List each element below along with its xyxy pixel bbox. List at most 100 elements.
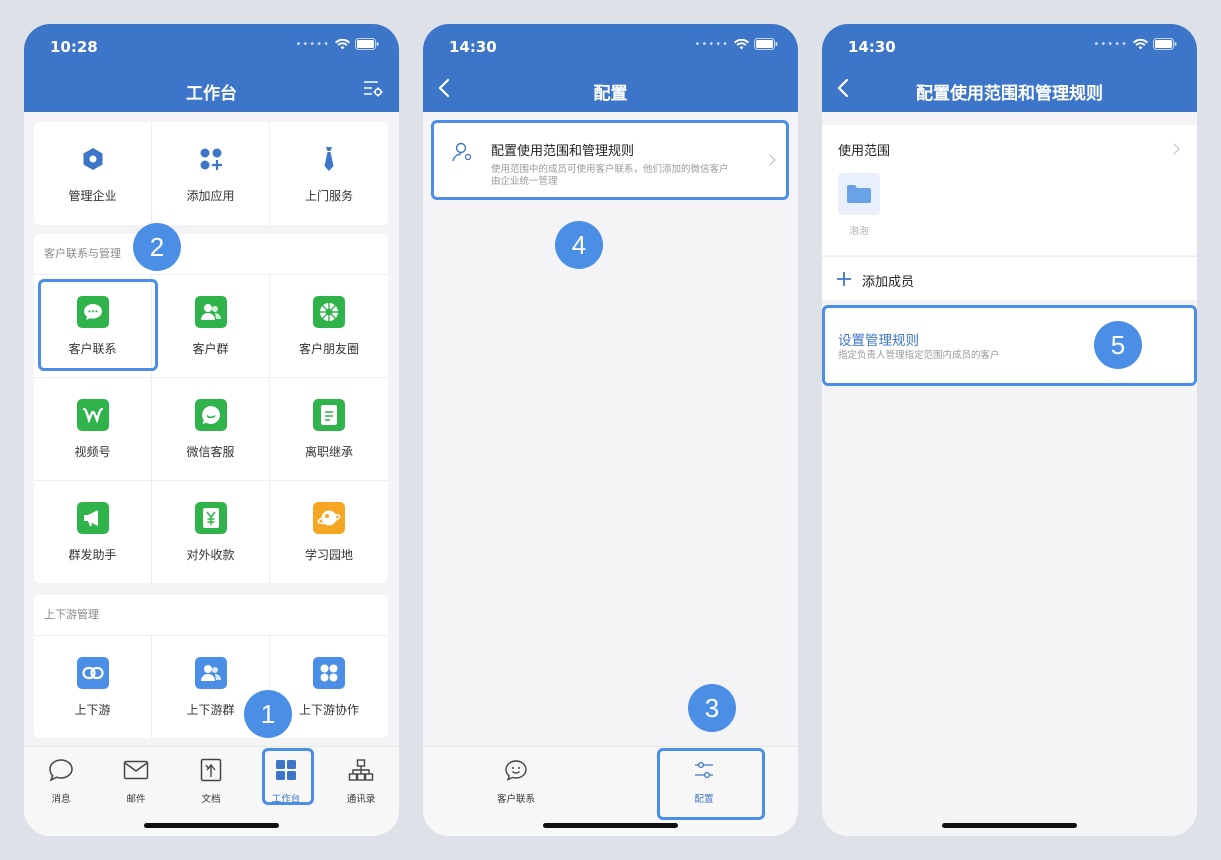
tab-label: 客户联系 <box>496 794 535 805</box>
group-icon <box>194 656 227 689</box>
folder-name: 泡泡 <box>849 226 869 237</box>
app-service-bubble[interactable]: 微信客服 <box>152 377 270 480</box>
battery-icon <box>754 38 778 50</box>
app-add-apps[interactable]: 添加应用 <box>152 122 270 225</box>
service-bubble-icon <box>194 398 227 431</box>
tab-customer-contact[interactable]: 客户联系 <box>486 757 546 805</box>
signal-icon: ••••• <box>694 38 729 50</box>
section-title: 客户联系与管理 <box>44 247 121 260</box>
battery-icon <box>1153 38 1177 50</box>
aperture-icon <box>313 295 345 328</box>
highlight-customer-contact <box>38 279 158 371</box>
plus-icon <box>837 272 851 286</box>
step-badge-1: 1 <box>244 690 292 738</box>
highlight-config-tab <box>657 748 765 820</box>
status-time: 14:30 <box>449 38 497 56</box>
channels-icon <box>76 398 109 431</box>
battery-icon <box>355 38 379 50</box>
status-icons: ••••• <box>695 38 779 50</box>
page-title: 工作台 <box>186 84 237 104</box>
wifi-icon <box>335 38 350 49</box>
yuan-icon <box>194 501 227 534</box>
phone-workbench: 10:28 ••••• 工作台 管理企业 添加应用 上门服务 客户联系与管理 客户联… <box>24 24 399 836</box>
add-member-row[interactable]: 添加成员 <box>822 256 1197 300</box>
phone-scope-rules: 14:30 ••••• 配置使用范围和管理规则 使用范围 泡泡 添加成员 设置管… <box>822 24 1197 836</box>
message-icon <box>31 757 91 783</box>
tab-label: 消息 <box>51 794 71 805</box>
doc-icon <box>181 757 241 783</box>
home-indicator <box>543 823 678 828</box>
tab-label: 通讯录 <box>346 794 376 805</box>
tab-contacts[interactable]: 通讯录 <box>331 757 391 805</box>
hexagon-icon <box>77 143 109 175</box>
signal-icon: ••••• <box>1093 38 1128 50</box>
tie-icon <box>313 143 345 175</box>
step-badge-3: 3 <box>688 684 736 732</box>
top-apps-card: 管理企业 添加应用 上门服务 <box>34 122 388 225</box>
app-label: 群发助手 <box>68 547 117 562</box>
scope-section[interactable]: 使用范围 泡泡 <box>822 125 1197 255</box>
grid-four-icon <box>313 656 345 689</box>
nav-bar: 14:30 ••••• 配置使用范围和管理规则 <box>822 24 1197 112</box>
app-label: 上门服务 <box>304 189 353 203</box>
app-label: 离职继承 <box>304 444 353 459</box>
app-label: 学习园地 <box>304 547 353 562</box>
highlight-config-row <box>431 120 789 200</box>
megaphone-icon <box>76 501 109 534</box>
home-indicator <box>144 823 279 828</box>
app-hexagon[interactable]: 管理企业 <box>34 122 152 225</box>
phone-config: 14:30 ••••• 配置 配置使用范围和管理规则 使用范围中的成员可使用客户… <box>423 24 798 836</box>
tab-mail[interactable]: 邮件 <box>106 757 166 805</box>
app-group[interactable]: 客户群 <box>152 274 270 377</box>
document-icon <box>313 398 345 431</box>
status-time: 10:28 <box>50 38 98 56</box>
step-badge-5: 5 <box>1094 321 1142 369</box>
link-icon <box>76 656 109 689</box>
nav-bar: 14:30 ••••• 配置 <box>423 24 798 112</box>
tab-bar: 消息 邮件 文档 工作台 通讯录 <box>24 746 399 836</box>
planet-icon <box>313 501 345 534</box>
app-link[interactable]: 上下游 <box>34 635 152 738</box>
app-label: 上下游群 <box>186 702 235 717</box>
wifi-icon <box>1133 38 1148 49</box>
step-badge-4: 4 <box>555 221 603 269</box>
status-icons: ••••• <box>296 38 380 50</box>
tab-doc[interactable]: 文档 <box>181 757 241 805</box>
app-label: 上下游协作 <box>298 702 359 717</box>
group-icon <box>194 295 227 328</box>
home-indicator <box>942 823 1077 828</box>
app-label: 客户群 <box>192 341 229 356</box>
smile-bubble-icon <box>505 760 527 781</box>
folder-avatar[interactable] <box>838 173 880 215</box>
tab-message[interactable]: 消息 <box>31 757 91 805</box>
mail-icon <box>106 757 166 783</box>
app-label: 视频号 <box>74 444 111 459</box>
add-member-label: 添加成员 <box>862 275 915 290</box>
app-label: 微信客服 <box>186 444 235 459</box>
app-document[interactable]: 离职继承 <box>270 377 388 480</box>
scope-label: 使用范围 <box>838 144 891 159</box>
step-badge-2: 2 <box>133 223 181 271</box>
app-megaphone[interactable]: 群发助手 <box>34 480 152 583</box>
signal-icon: ••••• <box>295 38 330 50</box>
app-tie[interactable]: 上门服务 <box>270 122 388 225</box>
app-yuan[interactable]: 对外收款 <box>152 480 270 583</box>
settings-list-icon[interactable] <box>363 80 383 98</box>
page-title: 配置 <box>593 84 628 104</box>
app-label: 对外收款 <box>186 547 235 562</box>
app-aperture[interactable]: 客户朋友圈 <box>270 274 388 377</box>
page-title: 配置使用范围和管理规则 <box>916 84 1103 104</box>
chevron-right-icon <box>1168 143 1180 155</box>
app-planet[interactable]: 学习园地 <box>270 480 388 583</box>
contacts-icon <box>331 757 391 783</box>
app-channels[interactable]: 视频号 <box>34 377 152 480</box>
app-label: 上下游 <box>74 702 111 717</box>
status-time: 14:30 <box>848 38 896 56</box>
folder-icon <box>847 185 871 203</box>
app-label: 添加应用 <box>186 189 235 203</box>
nav-bar: 10:28 ••••• 工作台 <box>24 24 399 112</box>
wifi-icon <box>734 38 749 49</box>
highlight-workbench-tab <box>262 748 314 805</box>
updown-section-card: 上下游管理 上下游 上下游群 上下游协作 <box>34 595 388 738</box>
app-label: 管理企业 <box>68 189 117 203</box>
